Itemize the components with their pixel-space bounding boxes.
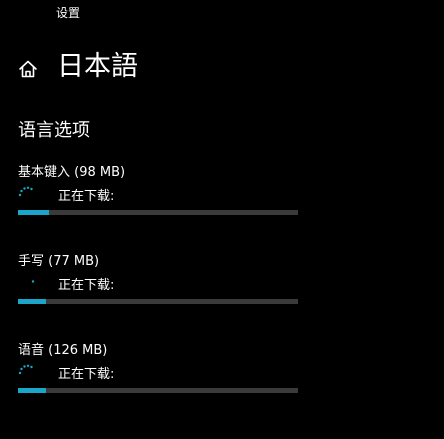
spinner-icon — [18, 186, 33, 197]
download-status: 正在下载: — [58, 189, 115, 204]
feature-name: 语音 (126 MB) — [18, 343, 108, 358]
home-icon[interactable] — [18, 59, 38, 79]
download-status: 正在下载: — [58, 367, 115, 382]
spinner-icon — [31, 280, 35, 283]
progress-bar — [18, 388, 298, 393]
progress-fill — [18, 299, 46, 304]
spinner-icon — [18, 364, 33, 375]
feature-item-basic-typing: 基本键入 (98 MB) 正在下载: — [18, 164, 298, 234]
feature-item-handwriting: 手写 (77 MB) 正在下载: — [18, 253, 298, 323]
feature-item-speech: 语音 (126 MB) 正在下载: — [18, 342, 298, 412]
app-title: 设置 — [56, 6, 81, 20]
progress-fill — [18, 210, 49, 215]
section-title: 语言选项 — [18, 120, 90, 141]
page-title: 日本語 — [57, 51, 138, 82]
progress-bar — [18, 210, 298, 215]
feature-name: 基本键入 (98 MB) — [18, 165, 126, 180]
download-status: 正在下载: — [58, 278, 115, 293]
feature-name: 手写 (77 MB) — [18, 254, 100, 269]
progress-fill — [18, 388, 46, 393]
progress-bar — [18, 299, 298, 304]
